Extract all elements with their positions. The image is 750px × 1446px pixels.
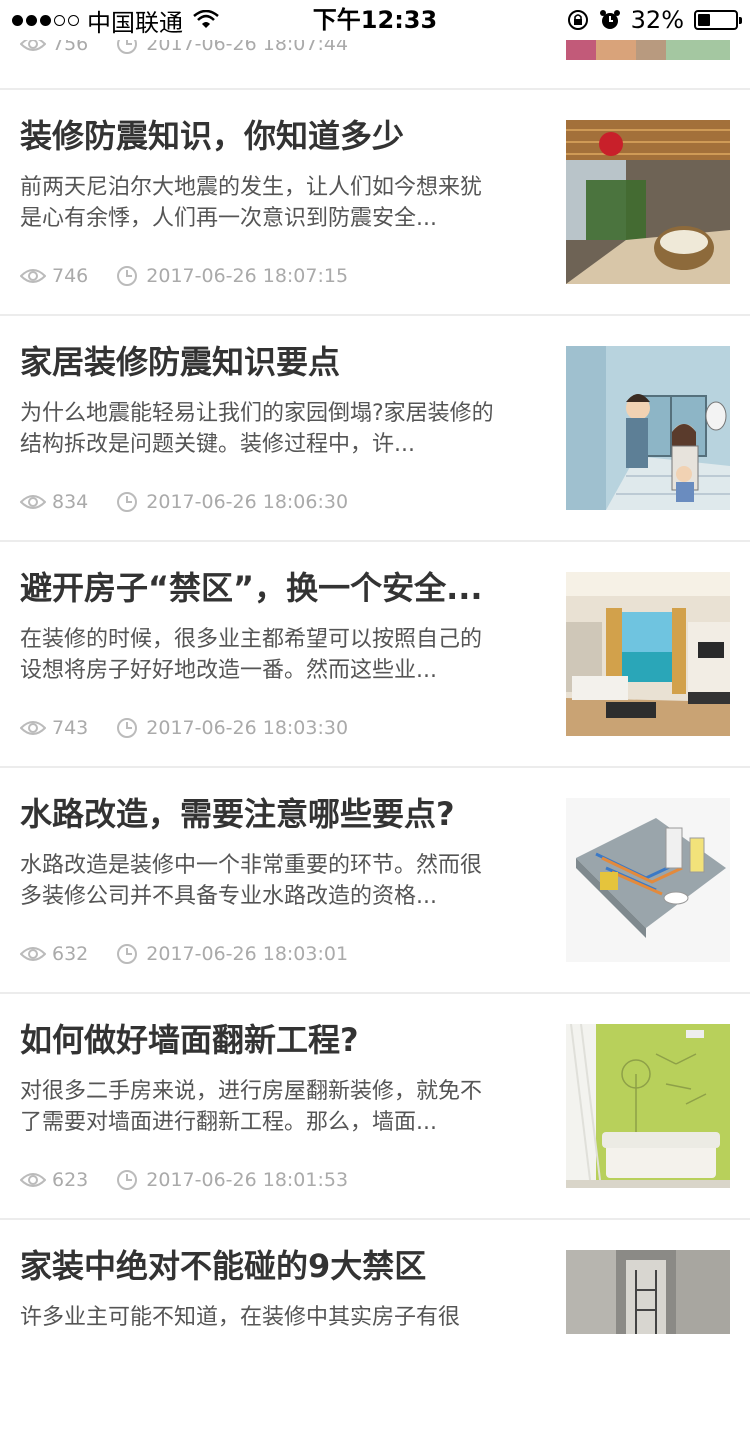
- eye-icon: [20, 269, 46, 283]
- view-count: 743: [52, 717, 89, 739]
- battery-percent: 32%: [630, 6, 684, 34]
- article-item[interactable]: 家装中绝对不能碰的9大禁区 许多业主可能不知道，在装修中其实房子有很: [0, 1220, 750, 1446]
- clock-icon: [117, 718, 138, 738]
- eye-icon: [20, 495, 46, 509]
- article-meta: 746 2017-06-26 18:07:15: [20, 262, 348, 290]
- battery-level: [698, 14, 710, 26]
- article-title: 水路改造，需要注意哪些要点?: [20, 795, 455, 833]
- article-title: 避开房子“禁区”，换一个安全...: [20, 569, 483, 607]
- clock-icon: [117, 492, 138, 512]
- article-title: 如何做好墙面翻新工程?: [20, 1021, 359, 1059]
- article-title: 家装中绝对不能碰的9大禁区: [20, 1247, 427, 1285]
- article-thumbnail: [566, 572, 730, 736]
- publish-time: 2017-06-26 18:07:15: [146, 265, 349, 287]
- article-item[interactable]: 装修防震知识，你知道多少 前两天尼泊尔大地震的发生，让人们如今想来犹是心有余悸，…: [0, 90, 750, 316]
- article-title: 家居装修防震知识要点: [20, 343, 341, 381]
- article-item[interactable]: 家居装修防震知识要点 为什么地震能轻易让我们的家园倒塌?家居装修的结构拆改是问题…: [0, 316, 750, 542]
- article-item[interactable]: 如何做好墙面翻新工程? 对很多二手房来说，进行房屋翻新装修，就免不了需要对墙面进…: [0, 994, 750, 1220]
- view-count: 623: [52, 1169, 89, 1191]
- article-summary: 前两天尼泊尔大地震的发生，让人们如今想来犹是心有余悸，人们再一次意识到防震安全.…: [20, 175, 483, 231]
- publish-time: 2017-06-26 18:01:53: [146, 1169, 349, 1191]
- article-thumbnail: [566, 120, 730, 284]
- publish-time: 2017-06-26 18:03:01: [146, 943, 349, 965]
- view-count: 834: [52, 491, 89, 513]
- article-thumbnail: [566, 798, 730, 962]
- article-title: 装修防震知识，你知道多少: [20, 117, 405, 155]
- article-meta: 743 2017-06-26 18:03:30: [20, 714, 348, 742]
- article-meta: 834 2017-06-26 18:06:30: [20, 488, 348, 516]
- article-item[interactable]: 水路改造，需要注意哪些要点? 水路改造是装修中一个非常重要的环节。然而很多装修公…: [0, 768, 750, 994]
- battery-icon: [694, 10, 742, 30]
- article-thumbnail: [566, 346, 730, 510]
- article-meta: 623 2017-06-26 18:01:53: [20, 1166, 348, 1194]
- alarm-icon: [599, 10, 620, 29]
- article-summary: 许多业主可能不知道，在装修中其实房子有很: [20, 1305, 461, 1330]
- article-summary: 水路改造是装修中一个非常重要的环节。然而很多装修公司并不具备专业水路改造的资格.…: [20, 853, 483, 909]
- article-thumbnail: [566, 1250, 730, 1334]
- clock-icon: [117, 1170, 138, 1190]
- article-summary: 对很多二手房来说，进行房屋翻新装修，就免不了需要对墙面进行翻新工程。那么，墙面.…: [20, 1079, 483, 1135]
- rotation-lock-icon: [567, 10, 588, 30]
- article-summary: 在装修的时候，很多业主都希望可以按照自己的设想将房子好好地改造一番。然而这些业.…: [20, 627, 483, 683]
- publish-time: 2017-06-26 18:06:30: [146, 491, 349, 513]
- clock-icon: [117, 266, 138, 286]
- clock-icon: [117, 944, 138, 964]
- status-right: 32%: [567, 4, 742, 36]
- publish-time: 2017-06-26 18:03:30: [146, 717, 349, 739]
- eye-icon: [20, 721, 46, 735]
- view-count: 632: [52, 943, 89, 965]
- article-meta: 632 2017-06-26 18:03:01: [20, 940, 348, 968]
- article-item[interactable]: 避开房子“禁区”，换一个安全... 在装修的时候，很多业主都希望可以按照自己的设…: [0, 542, 750, 768]
- article-summary: 为什么地震能轻易让我们的家园倒塌?家居装修的结构拆改是问题关键。装修过程中，许.…: [20, 401, 494, 457]
- view-count: 746: [52, 265, 89, 287]
- eye-icon: [20, 947, 46, 961]
- article-thumbnail: [566, 1024, 730, 1188]
- status-bar: 中国联通 下午12:33 32%: [0, 0, 750, 40]
- eye-icon: [20, 1173, 46, 1187]
